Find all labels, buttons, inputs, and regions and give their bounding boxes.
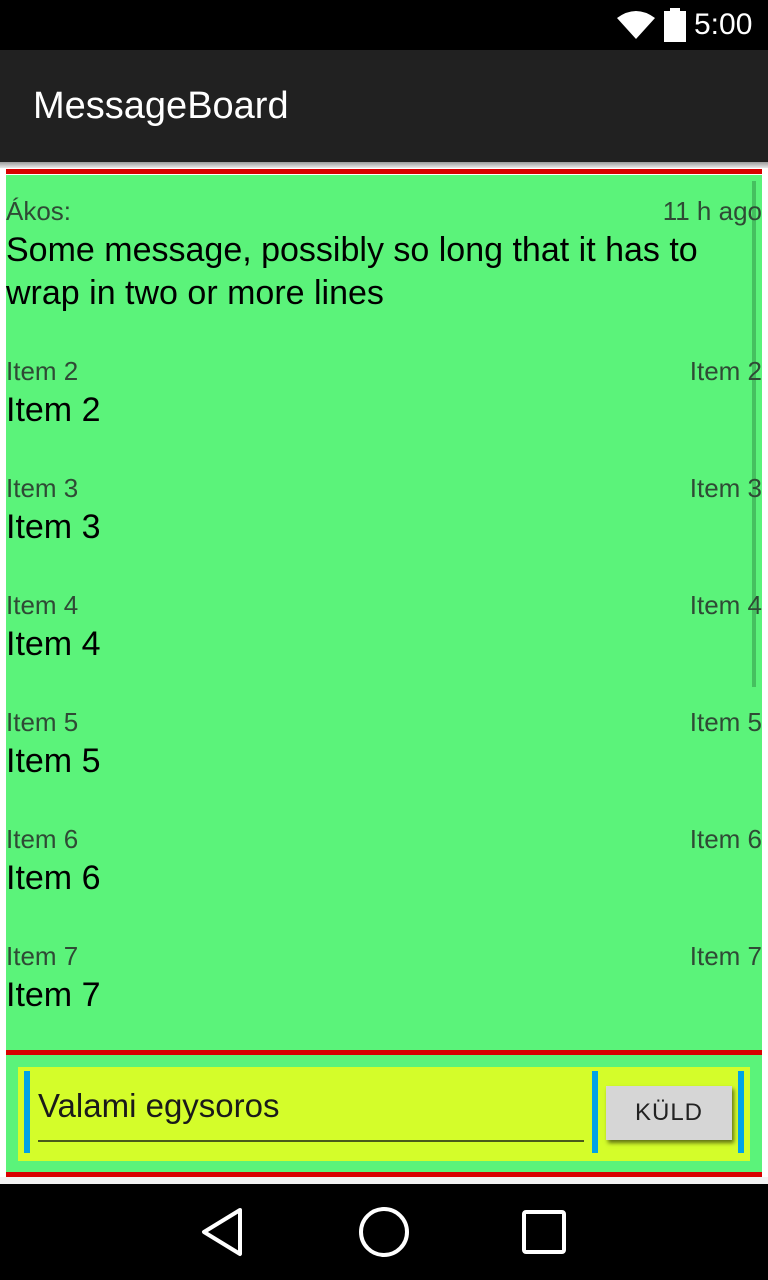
- message-item[interactable]: Item 6 Item 6 Item 6: [6, 823, 762, 903]
- top-separator: [6, 169, 762, 174]
- navigation-bar: [0, 1184, 768, 1280]
- wifi-icon: [617, 11, 655, 39]
- message-text: Item 2: [6, 391, 101, 429]
- message-time: Item 5: [689, 707, 762, 737]
- message-text: Item 5: [6, 742, 101, 780]
- message-time: Item 4: [689, 590, 762, 620]
- message-author: Item 4: [6, 590, 79, 620]
- message-author: Ákos:: [6, 196, 72, 226]
- message-time: Item 6: [689, 824, 762, 854]
- message-author: Item 5: [6, 707, 79, 737]
- message-input[interactable]: [38, 1077, 586, 1135]
- home-icon[interactable]: [354, 1202, 414, 1262]
- message-text: Item 7: [6, 976, 101, 1014]
- send-button[interactable]: KÜLD: [606, 1086, 732, 1140]
- app-bar: MessageBoard: [0, 50, 768, 162]
- message-item[interactable]: Item 3 Item 3 Item 3: [6, 472, 762, 552]
- message-author: Item 7: [6, 941, 79, 971]
- message-time: Item 3: [689, 473, 762, 503]
- status-bar: 5:00: [0, 0, 768, 50]
- message-item[interactable]: Item 2 Item 2 Item 2: [6, 355, 762, 435]
- app-title: MessageBoard: [33, 85, 289, 127]
- message-time: 11 h ago: [662, 196, 762, 226]
- message-time: Item 2: [689, 356, 762, 386]
- button-left-marker: [592, 1071, 598, 1153]
- back-icon[interactable]: [192, 1202, 252, 1262]
- message-time: Item 7: [689, 941, 762, 971]
- button-right-marker: [738, 1071, 744, 1153]
- battery-icon: [664, 8, 686, 42]
- message-author: Item 6: [6, 824, 79, 854]
- message-item[interactable]: Ákos: 11 h ago Some message, possibly so…: [6, 195, 762, 335]
- bottom-strip: [0, 1177, 768, 1184]
- status-clock: 5:00: [694, 8, 753, 41]
- message-text: Item 3: [6, 508, 101, 546]
- message-item[interactable]: Item 7 Item 7 Item 7: [6, 940, 762, 1020]
- message-author: Item 3: [6, 473, 79, 503]
- message-item[interactable]: Item 4 Item 4 Item 4: [6, 589, 762, 669]
- input-underline: [38, 1140, 584, 1142]
- app-bar-shadow: [0, 162, 768, 168]
- message-text: Item 6: [6, 859, 101, 897]
- recents-icon[interactable]: [514, 1202, 574, 1262]
- message-author: Item 2: [6, 356, 79, 386]
- input-left-marker: [24, 1071, 30, 1153]
- message-text: Some message, possibly so long that it h…: [6, 231, 698, 312]
- message-item[interactable]: Item 5 Item 5 Item 5: [6, 706, 762, 786]
- message-list[interactable]: Ákos: 11 h ago Some message, possibly so…: [6, 175, 762, 1050]
- message-text: Item 4: [6, 625, 101, 663]
- composer-area: KÜLD: [6, 1055, 762, 1172]
- composer-bar: KÜLD: [18, 1067, 750, 1161]
